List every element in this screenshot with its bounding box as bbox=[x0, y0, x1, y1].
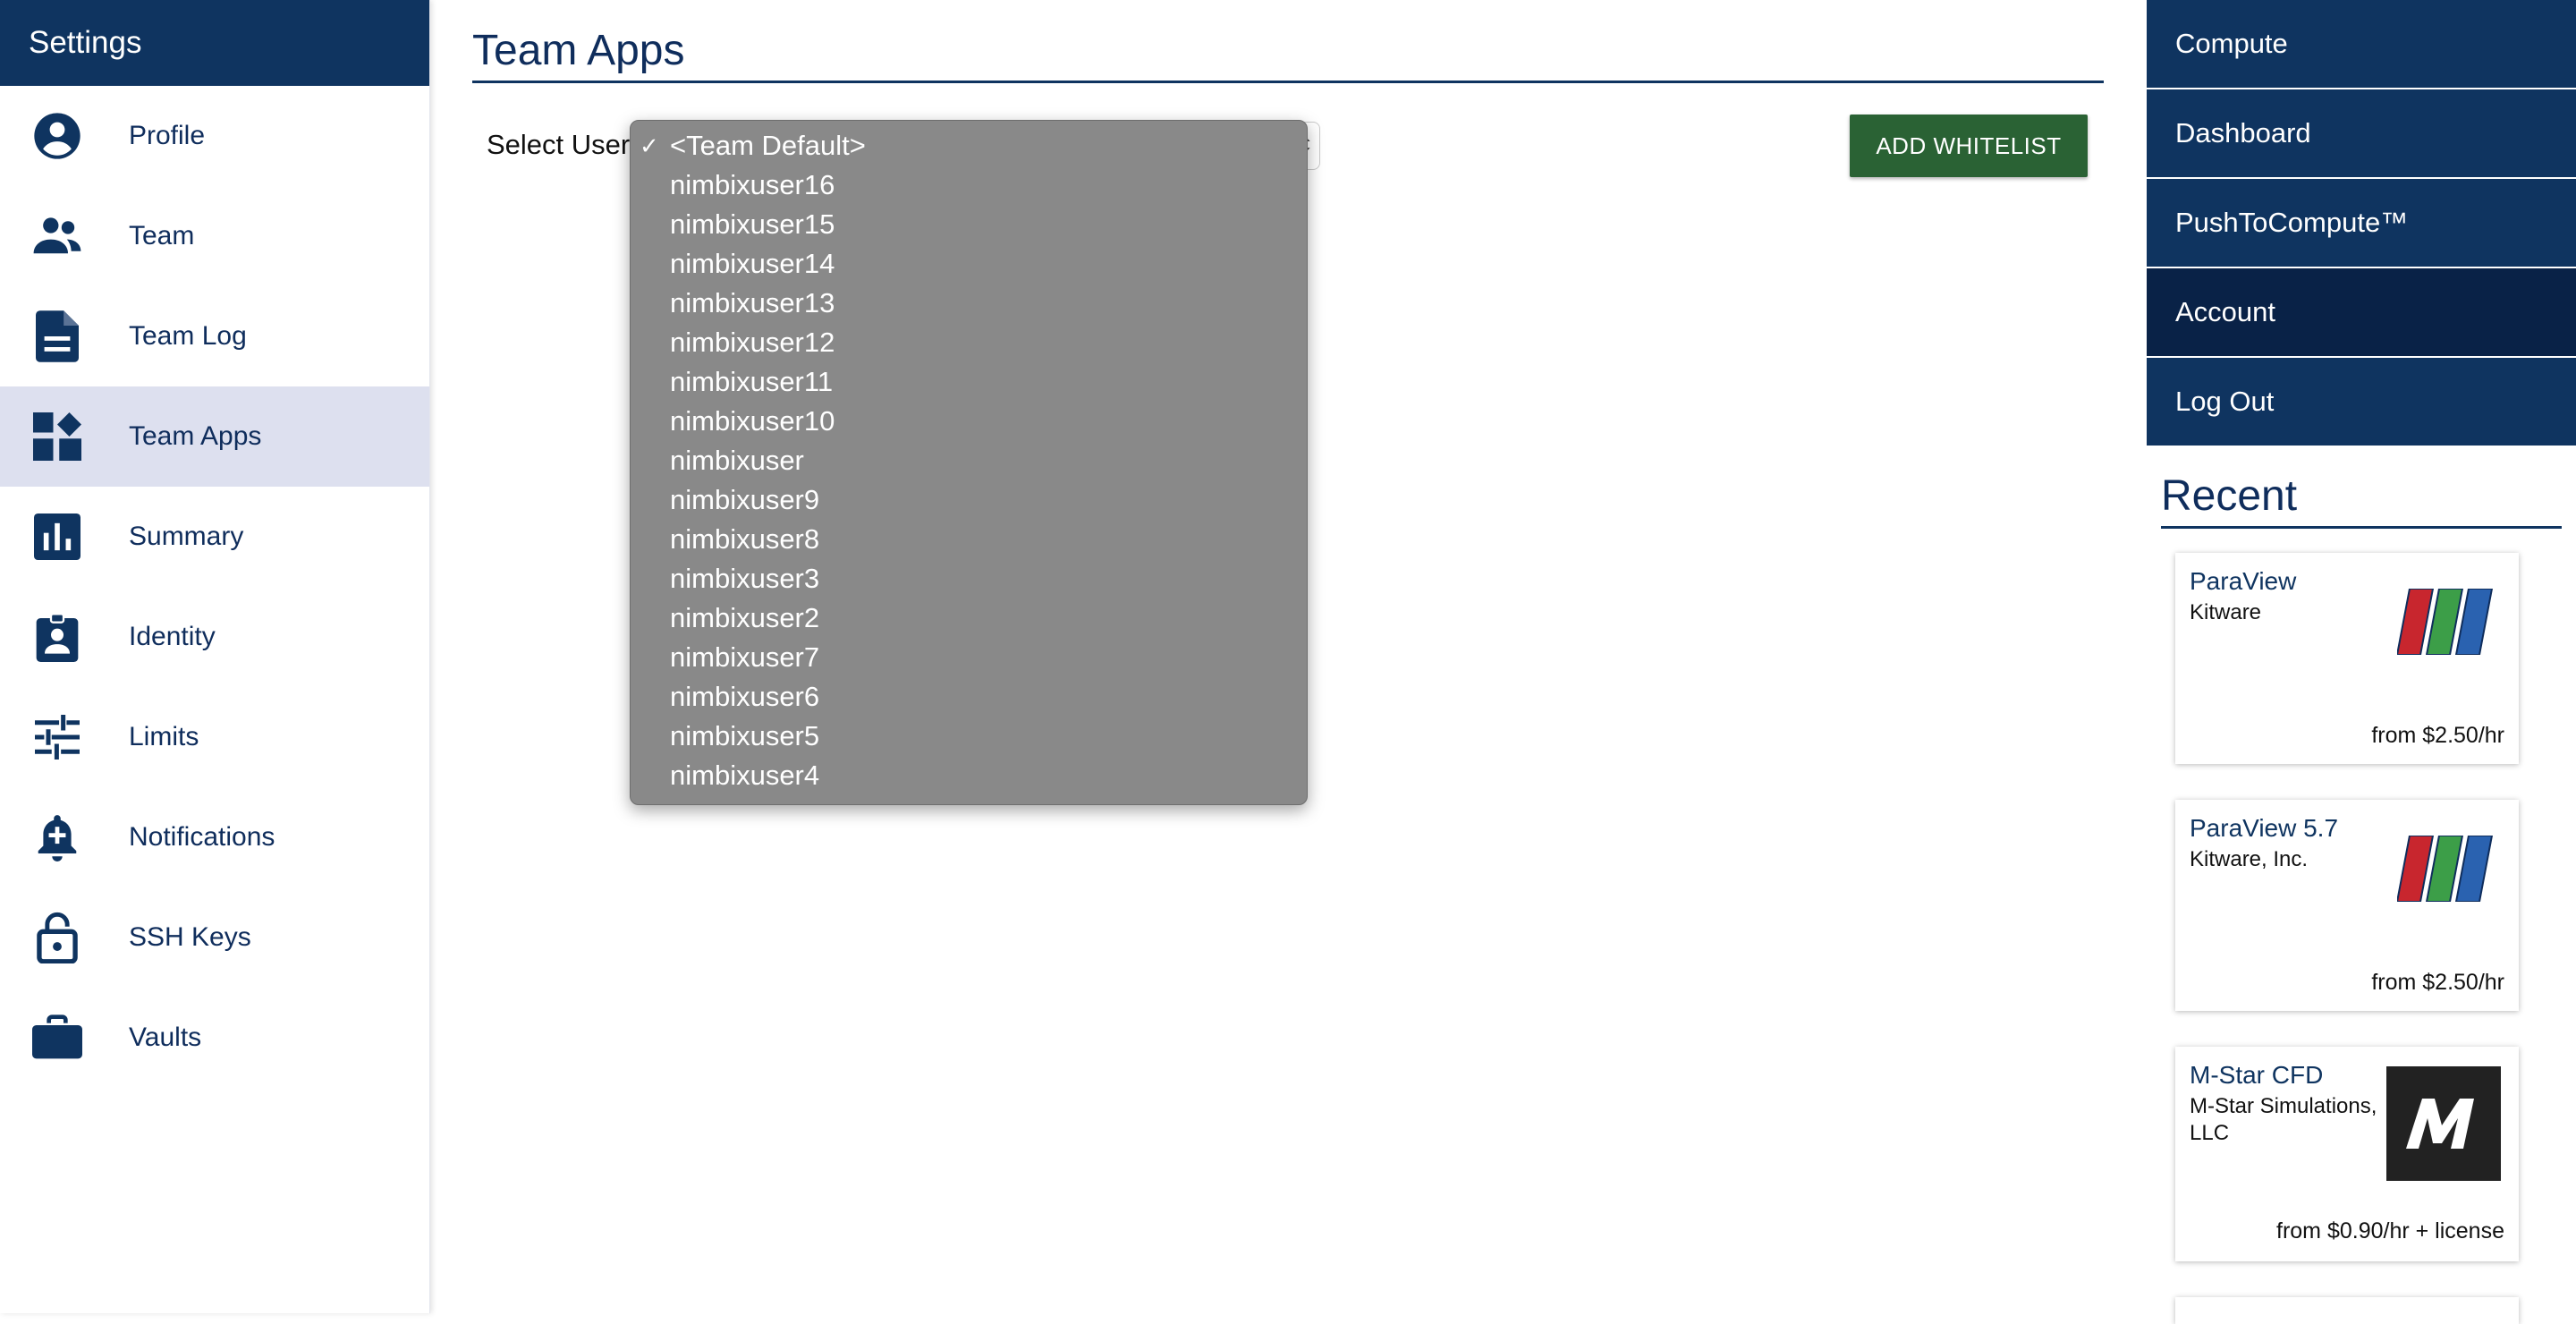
dropdown-option[interactable]: nimbixuser15 bbox=[631, 205, 1307, 244]
select-user-label: Select User bbox=[487, 129, 631, 160]
sidebar-item-team-apps[interactable]: Team Apps bbox=[0, 386, 429, 487]
app-price: from $2.50/hr bbox=[2371, 970, 2504, 995]
sidebar-item-label: Vaults bbox=[129, 1023, 202, 1052]
app-name: M-Star CFD bbox=[2190, 1061, 2324, 1089]
bar-chart-icon bbox=[30, 510, 84, 564]
add-whitelist-button[interactable]: ADD WHITELIST bbox=[1850, 115, 2088, 177]
page-title: Team Apps bbox=[472, 25, 2104, 83]
sidebar-item-profile[interactable]: Profile bbox=[0, 86, 429, 186]
sidebar-item-team-log[interactable]: Team Log bbox=[0, 286, 429, 386]
right-panel: Compute Dashboard PushToCompute™ Account… bbox=[2147, 0, 2576, 1324]
sidebar-item-label: Team Apps bbox=[129, 421, 262, 451]
paraview-logo-icon bbox=[2397, 836, 2496, 902]
recent-title: Recent bbox=[2161, 471, 2562, 529]
sidebar-item-ssh-keys[interactable]: SSH Keys bbox=[0, 887, 429, 988]
dropdown-option[interactable]: nimbixuser7 bbox=[631, 638, 1307, 677]
dropdown-option[interactable]: nimbixuser16 bbox=[631, 166, 1307, 205]
account-circle-icon bbox=[30, 109, 84, 163]
nav-pushtocompute[interactable]: PushToCompute™ bbox=[2147, 179, 2576, 267]
sidebar-item-label: Summary bbox=[129, 522, 244, 551]
app-vendor: M-Star Simulations, LLC bbox=[2190, 1094, 2377, 1145]
sidebar-item-label: Profile bbox=[129, 121, 206, 150]
app-vendor: Kitware, Inc. bbox=[2190, 847, 2309, 871]
settings-sidebar: Settings Profile Team Team Log Team Apps… bbox=[0, 0, 430, 1313]
recent-app-card[interactable]: ParaView 5.7 Kitware, Inc. from $2.50/hr bbox=[2175, 800, 2519, 1011]
dropdown-option-selected[interactable]: ✓ <Team Default> bbox=[631, 126, 1307, 166]
nav-compute[interactable]: Compute bbox=[2147, 0, 2576, 88]
tune-icon bbox=[30, 710, 84, 764]
dropdown-option[interactable]: nimbixuser5 bbox=[631, 717, 1307, 756]
sidebar-item-label: SSH Keys bbox=[129, 922, 251, 952]
sidebar-item-label: Team Log bbox=[129, 321, 247, 351]
sidebar-title: Settings bbox=[0, 0, 429, 86]
sidebar-item-vaults[interactable]: Vaults bbox=[0, 988, 429, 1088]
app-price: from $0.90/hr + license bbox=[2276, 1218, 2504, 1243]
widgets-icon bbox=[30, 410, 84, 463]
dropdown-option[interactable]: nimbixuser2 bbox=[631, 598, 1307, 638]
option-label: <Team Default> bbox=[670, 130, 866, 161]
nav-logout[interactable]: Log Out bbox=[2147, 358, 2576, 446]
sidebar-item-notifications[interactable]: Notifications bbox=[0, 787, 429, 887]
lock-open-icon bbox=[30, 911, 84, 964]
recent-app-card[interactable] bbox=[2175, 1297, 2519, 1324]
nav-dashboard[interactable]: Dashboard bbox=[2147, 89, 2576, 177]
sidebar-item-label: Limits bbox=[129, 722, 199, 751]
dropdown-option[interactable]: nimbixuser10 bbox=[631, 402, 1307, 441]
bell-plus-icon bbox=[30, 811, 84, 864]
dropdown-option[interactable]: nimbixuser bbox=[631, 441, 1307, 480]
nav-account[interactable]: Account bbox=[2147, 268, 2576, 356]
sidebar-item-limits[interactable]: Limits bbox=[0, 687, 429, 787]
dropdown-option[interactable]: nimbixuser13 bbox=[631, 284, 1307, 323]
user-dropdown-list[interactable]: ✓ <Team Default> nimbixuser16 nimbixuser… bbox=[630, 120, 1308, 805]
dropdown-option[interactable]: nimbixuser3 bbox=[631, 559, 1307, 598]
people-icon bbox=[30, 209, 84, 263]
dropdown-option[interactable]: nimbixuser8 bbox=[631, 520, 1307, 559]
dropdown-option[interactable]: nimbixuser11 bbox=[631, 362, 1307, 402]
badge-icon bbox=[30, 610, 84, 664]
briefcase-icon bbox=[30, 1011, 84, 1065]
checkmark-icon: ✓ bbox=[640, 132, 659, 159]
dropdown-option[interactable]: nimbixuser6 bbox=[631, 677, 1307, 717]
app-name: ParaView bbox=[2190, 567, 2297, 595]
recent-app-card[interactable]: M-Star CFD M-Star Simulations, LLC from … bbox=[2175, 1047, 2519, 1261]
sidebar-item-label: Identity bbox=[129, 622, 216, 651]
app-price: from $2.50/hr bbox=[2371, 723, 2504, 748]
dropdown-option[interactable]: nimbixuser12 bbox=[631, 323, 1307, 362]
app-vendor: Kitware bbox=[2190, 600, 2262, 624]
sidebar-item-label: Team bbox=[129, 221, 195, 250]
sidebar-item-team[interactable]: Team bbox=[0, 186, 429, 286]
sidebar-item-identity[interactable]: Identity bbox=[0, 587, 429, 687]
dropdown-option[interactable]: nimbixuser9 bbox=[631, 480, 1307, 520]
sidebar-item-summary[interactable]: Summary bbox=[0, 487, 429, 587]
dropdown-option[interactable]: nimbixuser4 bbox=[631, 756, 1307, 795]
dropdown-option[interactable]: nimbixuser14 bbox=[631, 244, 1307, 284]
sidebar-item-label: Notifications bbox=[129, 822, 275, 852]
app-name: ParaView 5.7 bbox=[2190, 814, 2339, 842]
document-icon bbox=[30, 310, 84, 363]
recent-app-card[interactable]: ParaView Kitware from $2.50/hr bbox=[2175, 553, 2519, 764]
mstar-logo-icon bbox=[2386, 1066, 2501, 1181]
paraview-logo-icon bbox=[2397, 589, 2496, 655]
